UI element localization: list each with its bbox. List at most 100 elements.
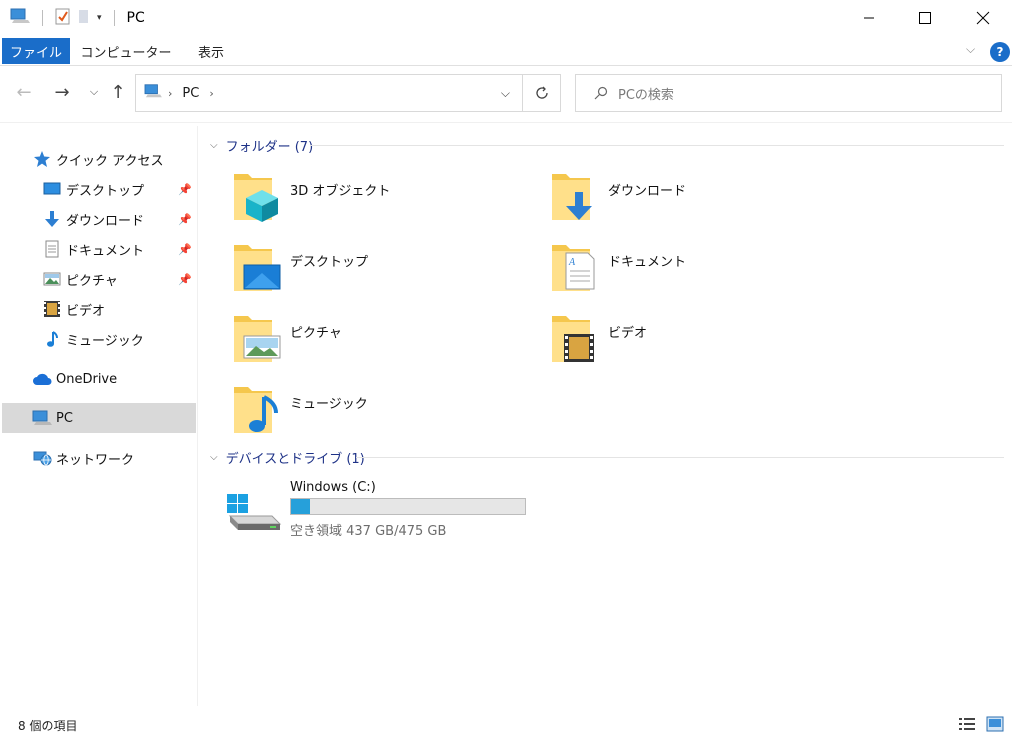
star-icon [32, 149, 52, 169]
chevron-down-icon: ⌵ [89, 85, 99, 98]
sidebar-item-quick-access[interactable]: クイック アクセス [2, 144, 196, 174]
properties-icon[interactable] [55, 7, 71, 29]
videos-folder-icon [550, 310, 602, 366]
up-button[interactable]: ↑ [106, 80, 130, 104]
navigation-bar: ← → ⌵ ↑ › PC › ⌵ PCの検索 [0, 70, 1012, 118]
status-bar: 8 個の項目 [0, 712, 1012, 739]
folder-label: ダウンロード [608, 184, 687, 199]
devices-group-header[interactable]: ⌵ デバイスとドライブ (1) [210, 446, 365, 468]
sidebar-item-label: OneDrive [56, 371, 118, 387]
sidebar-item-label: ミュージック [66, 333, 144, 349]
cloud-icon [32, 369, 52, 389]
drive-usage-fill [291, 499, 310, 514]
folder-label: ミュージック [290, 397, 368, 412]
sidebar-item-videos[interactable]: ビデオ [2, 294, 196, 324]
pin-icon[interactable]: 📌 [178, 243, 192, 256]
search-box[interactable]: PCの検索 [575, 74, 1002, 112]
sidebar-item-downloads[interactable]: ダウンロード 📌 [2, 204, 196, 234]
chevron-down-icon: ⌵ [210, 139, 218, 151]
tab-file[interactable]: ファイル [2, 38, 70, 64]
document-icon [42, 239, 62, 259]
pc-icon[interactable] [10, 7, 30, 29]
large-icons-view-icon [986, 716, 1004, 732]
group-title: フォルダー (7) [225, 139, 314, 155]
sidebar-item-desktop[interactable]: デスクトップ 📌 [2, 174, 196, 204]
refresh-button[interactable] [523, 74, 561, 112]
svg-text:A: A [568, 257, 576, 268]
folder-tile[interactable]: デスクトップ [200, 239, 500, 301]
sidebar-item-label: クイック アクセス [56, 153, 164, 169]
music-icon [42, 329, 62, 349]
sidebar-item-pictures[interactable]: ピクチャ 📌 [2, 264, 196, 294]
back-button[interactable]: ← [12, 80, 36, 104]
content-pane: ⌵ フォルダー (7) 3D オブジェクト ダウンロード デスクトップ A ドキ… [200, 126, 1012, 706]
sidebar-item-label: ピクチャ [66, 273, 118, 289]
sidebar-item-documents[interactable]: ドキュメント 📌 [2, 234, 196, 264]
large-icons-view-button[interactable] [986, 716, 1004, 736]
close-button[interactable] [960, 0, 1006, 36]
sidebar-item-pc[interactable]: PC [2, 403, 196, 433]
folder-tile[interactable]: A ドキュメント [518, 239, 818, 301]
pin-icon[interactable]: 📌 [178, 183, 192, 196]
folder-tile[interactable]: ビデオ [518, 310, 818, 372]
sidebar-item-music[interactable]: ミュージック [2, 324, 196, 354]
item-count: 8 個の項目 [18, 719, 78, 733]
pin-icon[interactable]: 📌 [178, 213, 192, 226]
chevron-down-icon: ⌵ [210, 451, 218, 463]
new-folder-icon[interactable] [77, 7, 91, 29]
sidebar-item-label: ドキュメント [66, 243, 145, 259]
pin-icon[interactable]: 📌 [178, 273, 192, 286]
3d-objects-folder-icon [232, 168, 284, 224]
group-divider [310, 145, 1004, 146]
sidebar-item-label: ネットワーク [56, 452, 135, 468]
folder-label: ピクチャ [290, 326, 342, 341]
minimize-button[interactable] [846, 0, 892, 36]
sidebar-item-network[interactable]: ネットワーク [2, 443, 196, 473]
folder-tile[interactable]: 3D オブジェクト [200, 168, 500, 230]
maximize-button[interactable] [902, 0, 948, 36]
group-title: デバイスとドライブ (1) [225, 451, 365, 467]
ribbon: ファイル コンピューター 表示 ⌵ ? [0, 38, 1012, 66]
address-dropdown-icon[interactable]: ⌵ [501, 86, 510, 101]
folder-tile[interactable]: ミュージック [200, 381, 500, 443]
sidebar-item-onedrive[interactable]: OneDrive [2, 364, 196, 394]
download-icon [42, 209, 62, 229]
details-view-button[interactable] [958, 716, 976, 736]
window-title: PC [126, 10, 145, 26]
breadcrumb-separator-icon[interactable]: › [209, 87, 213, 100]
recent-locations-button[interactable]: ⌵ [82, 80, 106, 104]
toolbar-separator [42, 10, 43, 26]
folders-group-header[interactable]: ⌵ フォルダー (7) [210, 134, 313, 156]
close-icon [976, 11, 990, 25]
desktop-folder-icon [232, 239, 284, 295]
drive-free-space: 空き領域 437 GB/475 GB [290, 524, 447, 539]
downloads-folder-icon [550, 168, 602, 224]
folder-label: 3D オブジェクト [290, 184, 391, 199]
windows-drive-icon [226, 490, 282, 534]
up-arrow-icon: ↑ [110, 81, 126, 103]
video-icon [42, 299, 62, 319]
forward-arrow-icon: → [54, 81, 70, 103]
refresh-icon [535, 86, 548, 99]
documents-folder-icon: A [550, 239, 602, 295]
music-folder-icon [232, 381, 284, 437]
navigation-pane: クイック アクセス デスクトップ 📌 ダウンロード 📌 ドキュメント 📌 ピクチ… [0, 126, 198, 706]
help-icon[interactable]: ? [990, 42, 1010, 62]
search-input[interactable]: PCの検索 [618, 84, 674, 103]
breadcrumb-pc[interactable]: PC [182, 86, 199, 101]
breadcrumb-separator-icon: › [168, 86, 173, 100]
ribbon-expand-icon[interactable]: ⌵ [966, 42, 975, 57]
sidebar-item-label: ビデオ [66, 303, 106, 319]
address-bar[interactable]: › PC › ⌵ [135, 74, 523, 112]
group-divider [356, 457, 1004, 458]
tab-view[interactable]: 表示 [184, 38, 238, 64]
pictures-folder-icon [232, 310, 284, 366]
tab-computer[interactable]: コンピューター [76, 38, 176, 64]
forward-button[interactable]: → [50, 80, 74, 104]
minimize-icon [864, 17, 874, 19]
folder-tile[interactable]: ピクチャ [200, 310, 500, 372]
toolbar-separator [113, 10, 115, 26]
customize-dropdown-icon[interactable]: ▾ [97, 13, 102, 23]
drive-label: Windows (C:) [290, 480, 376, 495]
folder-tile[interactable]: ダウンロード [518, 168, 818, 230]
